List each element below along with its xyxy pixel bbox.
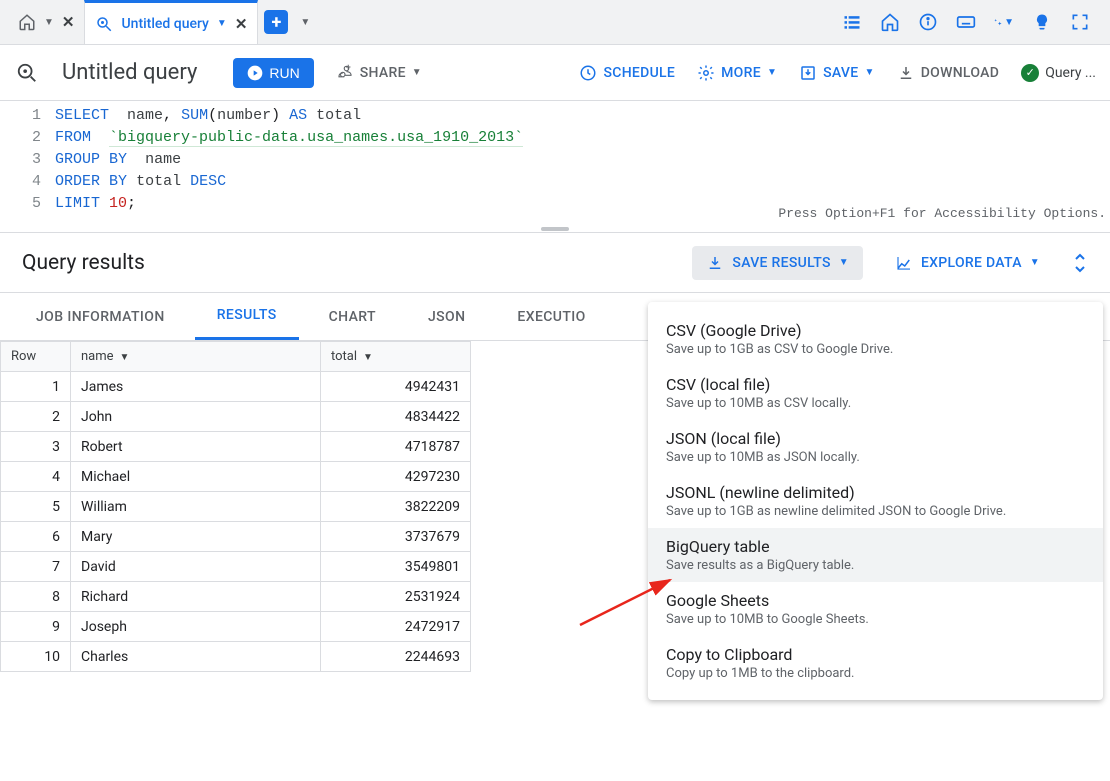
status-text: Query ...: [1045, 65, 1096, 81]
query-title: Untitled query: [62, 60, 197, 85]
save-label: SAVE: [823, 65, 858, 81]
results-title: Query results: [22, 251, 145, 275]
tab-results[interactable]: RESULTS: [195, 293, 299, 340]
download-icon: [706, 254, 724, 272]
lightbulb-icon[interactable]: [1032, 12, 1052, 32]
schedule-label: SCHEDULE: [603, 65, 675, 81]
accessibility-hint: Press Option+F1 for Accessibility Option…: [778, 203, 1106, 225]
chevron-down-icon: ▼: [44, 17, 54, 28]
info-icon[interactable]: [918, 12, 938, 32]
run-label: RUN: [269, 65, 299, 81]
chevron-down-icon[interactable]: ▼: [217, 18, 227, 29]
resize-handle[interactable]: [0, 225, 1110, 233]
close-icon[interactable]: ✕: [62, 13, 75, 31]
tab-chart[interactable]: CHART: [307, 293, 398, 340]
save-results-menu: CSV (Google Drive)Save up to 1GB as CSV …: [648, 302, 1103, 700]
tab-json[interactable]: JSON: [406, 293, 487, 340]
home-icon: [18, 13, 36, 31]
col-name-header[interactable]: name▼: [71, 342, 321, 372]
table-row[interactable]: 6Mary3737679: [1, 522, 471, 552]
tab-job-information[interactable]: JOB INFORMATION: [14, 293, 187, 340]
chevron-down-icon: ▼: [412, 67, 422, 78]
schedule-button[interactable]: SCHEDULE: [579, 64, 675, 82]
chevron-down-icon: ▼: [1004, 17, 1014, 28]
share-label: SHARE: [360, 65, 406, 81]
chevron-down-icon: ▼: [1030, 257, 1040, 268]
list-icon[interactable]: [842, 12, 862, 32]
save-results-button[interactable]: SAVE RESULTS ▼: [692, 246, 863, 280]
results-table: Row name▼ total▼ 1James49424312John48344…: [0, 341, 471, 672]
play-icon: [247, 65, 263, 81]
query-toolbar: Untitled query RUN + SHARE ▼ SCHEDULE MO…: [0, 45, 1110, 101]
chevron-down-icon: ▼: [767, 67, 777, 78]
tab-label: Untitled query: [121, 16, 208, 32]
table-row[interactable]: 5William3822209: [1, 492, 471, 522]
menu-item-json-local-file[interactable]: JSON (local file)Save up to 10MB as JSON…: [648, 420, 1103, 474]
fullscreen-icon[interactable]: [1070, 12, 1090, 32]
menu-item-csv-google-drive[interactable]: CSV (Google Drive)Save up to 1GB as CSV …: [648, 312, 1103, 366]
tab-untitled-query[interactable]: Untitled query ▼ ✕: [84, 0, 258, 44]
table-row[interactable]: 9Joseph2472917: [1, 612, 471, 642]
magic-icon[interactable]: ▼: [994, 12, 1014, 32]
chevron-down-icon: ▼: [300, 17, 310, 28]
home-icon[interactable]: [880, 12, 900, 32]
save-button[interactable]: SAVE ▼: [799, 64, 875, 82]
share-button[interactable]: + SHARE ▼: [336, 64, 422, 82]
more-label: MORE: [721, 65, 761, 81]
table-row[interactable]: 7David3549801: [1, 552, 471, 582]
tab-execution[interactable]: EXECUTIO: [495, 293, 607, 340]
table-row[interactable]: 8Richard2531924: [1, 582, 471, 612]
tab-bar: ▼ ✕ Untitled query ▼ ✕ + ▼ ▼: [0, 0, 1110, 45]
new-tab-button[interactable]: +: [264, 10, 288, 34]
save-results-label: SAVE RESULTS: [732, 255, 830, 271]
download-button[interactable]: DOWNLOAD: [897, 64, 1000, 82]
table-row[interactable]: 10Charles2244693: [1, 642, 471, 672]
chevron-down-icon: ▼: [864, 67, 874, 78]
menu-item-google-sheets[interactable]: Google SheetsSave up to 10MB to Google S…: [648, 582, 1103, 636]
keyboard-icon[interactable]: [956, 12, 976, 32]
gear-icon: [697, 64, 715, 82]
sort-icon: ▼: [120, 352, 130, 363]
query-status: ✓ Query ...: [1021, 64, 1096, 82]
download-icon: [897, 64, 915, 82]
explore-data-label: EXPLORE DATA: [921, 255, 1022, 271]
more-button[interactable]: MORE ▼: [697, 64, 777, 82]
query-icon: [95, 15, 113, 33]
expand-icon[interactable]: [1072, 253, 1088, 273]
share-icon: +: [336, 64, 354, 82]
chart-icon: [895, 254, 913, 272]
run-button[interactable]: RUN: [233, 58, 313, 88]
check-icon: ✓: [1021, 64, 1039, 82]
sql-code[interactable]: SELECT name, SUM(number) AS total FROM `…: [55, 105, 1110, 215]
explore-data-button[interactable]: EXPLORE DATA ▼: [881, 246, 1054, 280]
svg-text:+: +: [346, 64, 351, 73]
chevron-down-icon: ▼: [839, 257, 849, 268]
save-icon: [799, 64, 817, 82]
menu-item-csv-local-file[interactable]: CSV (local file)Save up to 10MB as CSV l…: [648, 366, 1103, 420]
tab-home[interactable]: ▼ ✕: [8, 0, 84, 44]
new-tab-menu[interactable]: ▼: [294, 0, 316, 44]
clock-icon: [579, 64, 597, 82]
table-row[interactable]: 1James4942431: [1, 372, 471, 402]
col-total-header[interactable]: total▼: [321, 342, 471, 372]
col-row-header[interactable]: Row: [1, 342, 71, 372]
menu-item-bigquery-table[interactable]: BigQuery tableSave results as a BigQuery…: [648, 528, 1103, 582]
inspect-icon[interactable]: [14, 62, 40, 84]
top-right-icons: ▼: [842, 0, 1102, 44]
table-row[interactable]: 4Michael4297230: [1, 462, 471, 492]
line-gutter: 1 2 3 4 5: [0, 105, 55, 215]
table-row[interactable]: 2John4834422: [1, 402, 471, 432]
sql-editor[interactable]: 1 2 3 4 5 SELECT name, SUM(number) AS to…: [0, 101, 1110, 225]
results-header: Query results SAVE RESULTS ▼ EXPLORE DAT…: [0, 233, 1110, 293]
menu-item-copy-to-clipboard[interactable]: Copy to ClipboardCopy up to 1MB to the c…: [648, 636, 1103, 690]
table-row[interactable]: 3Robert4718787: [1, 432, 471, 462]
download-label: DOWNLOAD: [921, 65, 1000, 81]
sort-icon: ▼: [363, 352, 373, 363]
close-icon[interactable]: ✕: [235, 15, 248, 33]
menu-item-jsonl-newline-delimited[interactable]: JSONL (newline delimited)Save up to 1GB …: [648, 474, 1103, 528]
